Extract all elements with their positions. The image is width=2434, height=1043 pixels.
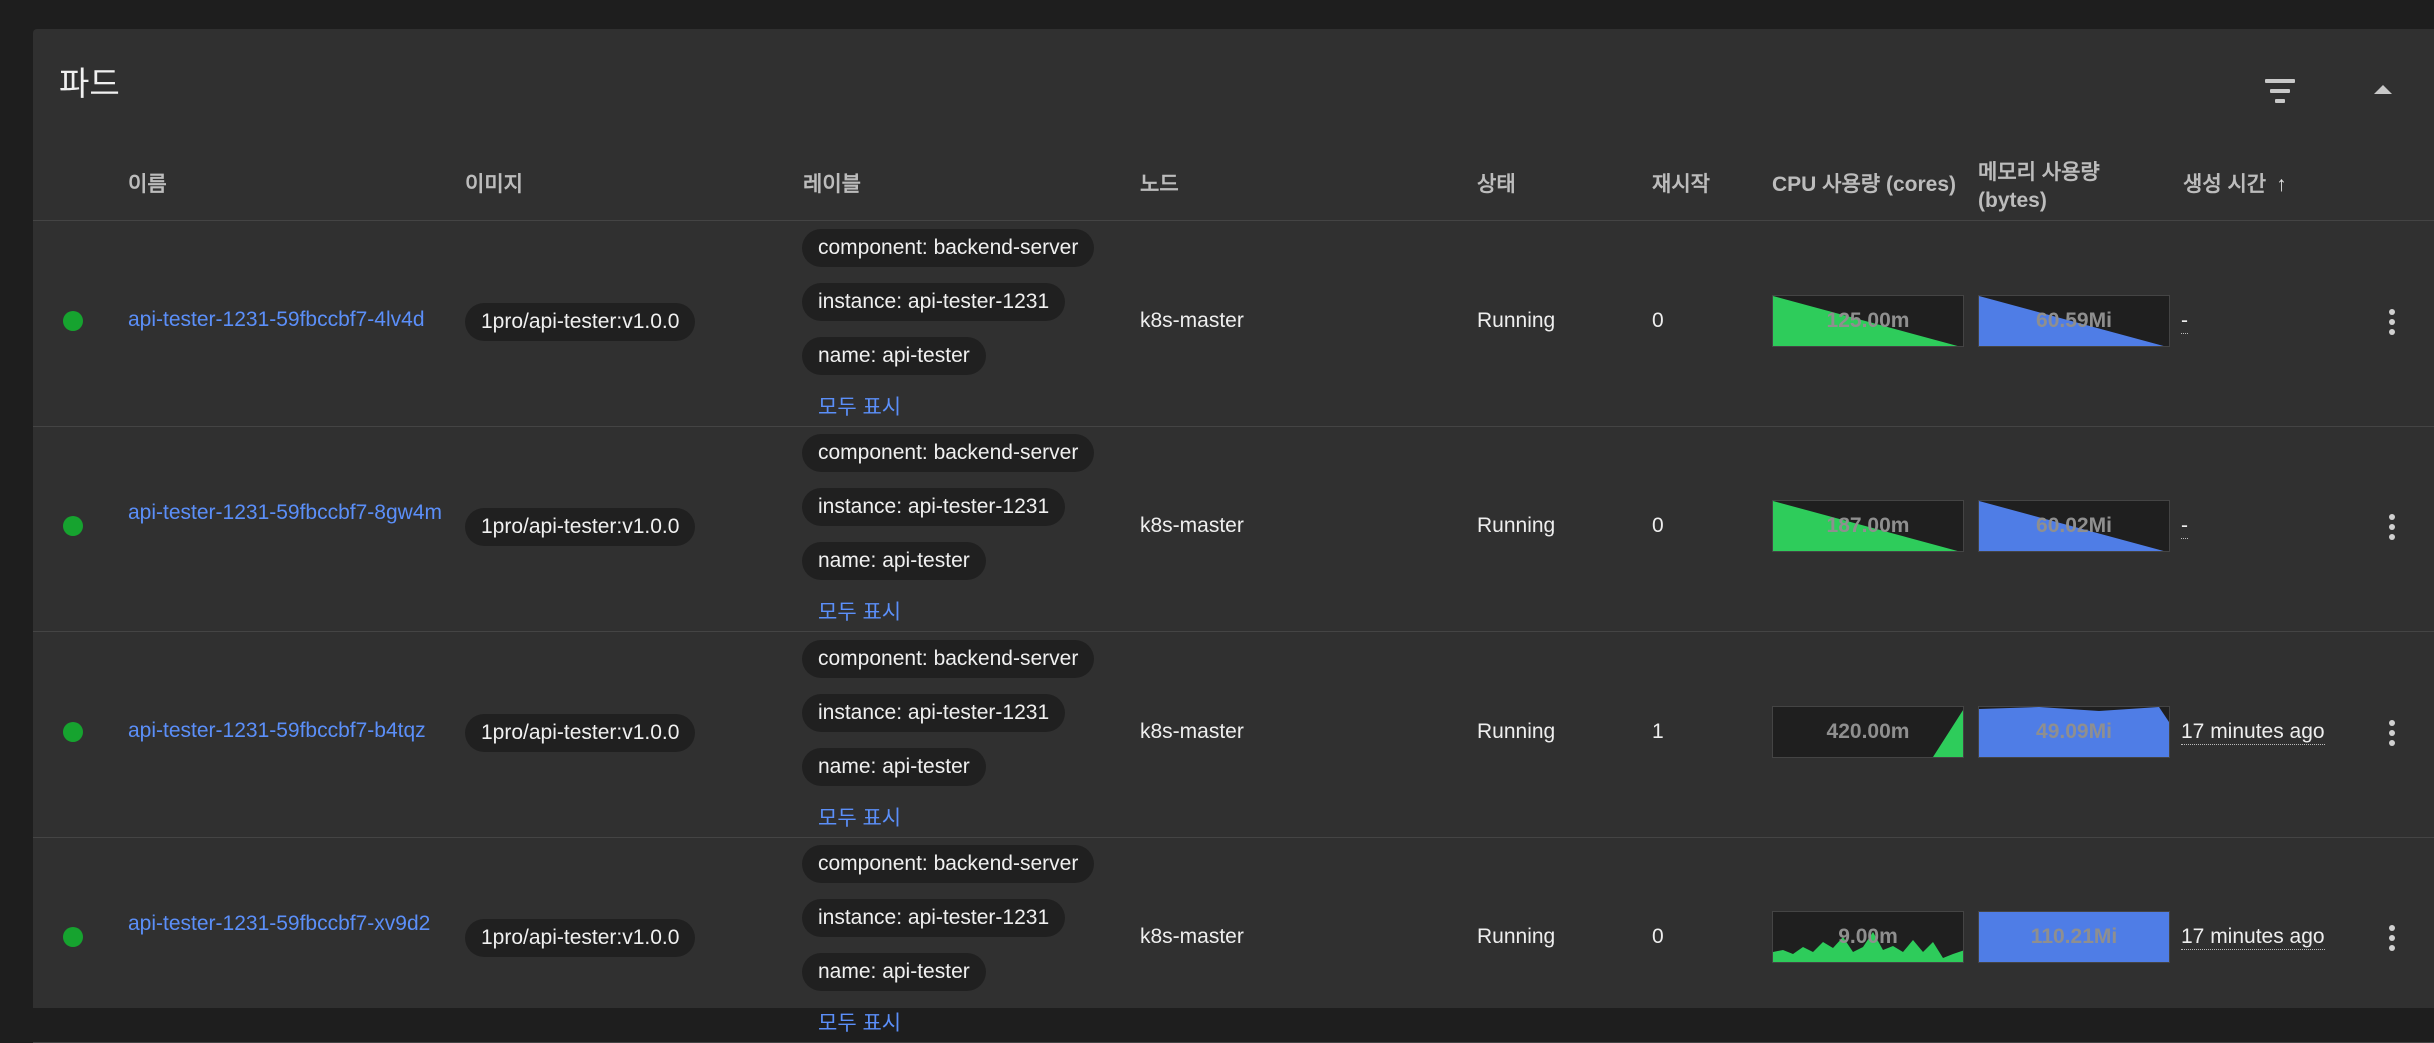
sort-ascending-icon: ↑ <box>2276 173 2287 196</box>
card-title: 파드 <box>59 65 120 102</box>
memory-usage-value: 49.09Mi <box>2036 720 2112 743</box>
pod-name-link[interactable]: api-tester-1231-59fbccbf7-8gw4m <box>128 500 448 526</box>
status-running-icon <box>63 311 83 331</box>
created-time[interactable]: 17 minutes ago <box>2181 720 2325 745</box>
memory-sparkline: 110.21Mi <box>1978 911 2170 963</box>
column-header-created[interactable]: 생성 시간 ↑ <box>2183 171 2287 199</box>
label-chip: component: backend-server <box>802 229 1095 267</box>
column-header-restarts[interactable]: 재시작 <box>1652 171 1710 199</box>
table-row: api-tester-1231-59fbccbf7-8gw4m 1pro/api… <box>33 426 2434 632</box>
memory-sparkline: 60.02Mi <box>1978 500 2170 552</box>
node-name: k8s-master <box>1140 925 1244 948</box>
column-header-labels[interactable]: 레이블 <box>803 171 861 199</box>
more-actions-icon[interactable] <box>2377 913 2407 963</box>
label-chip: instance: api-tester-1231 <box>802 899 1066 937</box>
column-header-name[interactable]: 이름 <box>128 171 167 199</box>
show-all-labels-link[interactable]: 모두 표시 <box>818 802 901 832</box>
table-row: api-tester-1231-59fbccbf7-xv9d2 1pro/api… <box>33 837 2434 1043</box>
column-header-image[interactable]: 이미지 <box>465 171 523 199</box>
status-text: Running <box>1477 925 1556 948</box>
status-running-icon <box>63 722 83 742</box>
memory-usage-value: 60.02Mi <box>2036 514 2112 537</box>
memory-sparkline: 60.59Mi <box>1978 295 2170 347</box>
filter-icon[interactable] <box>2251 71 2309 111</box>
memory-header-line1: 메모리 사용량 <box>1978 161 2100 184</box>
label-chip: instance: api-tester-1231 <box>802 694 1066 732</box>
status-text: Running <box>1477 309 1556 332</box>
table-row: api-tester-1231-59fbccbf7-4lv4d 1pro/api… <box>33 221 2434 427</box>
created-time[interactable]: - <box>2181 309 2188 334</box>
node-name: k8s-master <box>1140 309 1244 332</box>
label-chip: name: api-tester <box>802 953 986 991</box>
pods-card: 파드 이름 이미지 레이블 노드 상태 재시작 CPU 사용량 (cores) … <box>33 29 2434 1043</box>
memory-header-line2: (bytes) <box>1978 189 2047 212</box>
label-chip: component: backend-server <box>802 640 1095 678</box>
image-chip: 1pro/api-tester:v1.0.0 <box>465 303 696 341</box>
column-header-memory: 메모리 사용량 (bytes) <box>1978 159 2100 215</box>
cpu-usage-value: 125.00m <box>1826 309 1910 332</box>
table-header: 이름 이미지 레이블 노드 상태 재시작 CPU 사용량 (cores) 메모리… <box>33 149 2434 221</box>
status-running-icon <box>63 927 83 947</box>
created-time[interactable]: 17 minutes ago <box>2181 925 2325 950</box>
created-time[interactable]: - <box>2181 514 2188 539</box>
label-chip: instance: api-tester-1231 <box>802 283 1066 321</box>
more-actions-icon[interactable] <box>2377 297 2407 347</box>
label-chip: component: backend-server <box>802 434 1095 472</box>
memory-sparkline: 49.09Mi <box>1978 706 2170 758</box>
status-text: Running <box>1477 720 1556 743</box>
show-all-labels-link[interactable]: 모두 표시 <box>818 596 901 626</box>
memory-usage-value: 60.59Mi <box>2036 309 2112 332</box>
collapse-icon[interactable] <box>2363 71 2403 111</box>
pod-name-link[interactable]: api-tester-1231-59fbccbf7-b4tqz <box>128 718 448 744</box>
image-chip: 1pro/api-tester:v1.0.0 <box>465 508 696 546</box>
image-chip: 1pro/api-tester:v1.0.0 <box>465 919 696 957</box>
label-chip: instance: api-tester-1231 <box>802 488 1066 526</box>
more-actions-icon[interactable] <box>2377 708 2407 758</box>
cpu-usage-value: 9.00m <box>1838 925 1898 948</box>
cpu-sparkline: 187.00m <box>1772 500 1964 552</box>
table-row: api-tester-1231-59fbccbf7-b4tqz 1pro/api… <box>33 632 2434 838</box>
pod-name-link[interactable]: api-tester-1231-59fbccbf7-xv9d2 <box>128 911 448 937</box>
cpu-sparkline: 125.00m <box>1772 295 1964 347</box>
show-all-labels-link[interactable]: 모두 표시 <box>818 1007 901 1037</box>
memory-usage-value: 110.21Mi <box>2030 925 2118 948</box>
restart-count: 1 <box>1652 720 1664 743</box>
label-chip: name: api-tester <box>802 542 986 580</box>
cpu-usage-value: 420.00m <box>1826 720 1910 743</box>
restart-count: 0 <box>1652 514 1664 537</box>
cpu-sparkline: 420.00m <box>1772 706 1964 758</box>
status-running-icon <box>63 516 83 536</box>
created-header-label: 생성 시간 <box>2183 173 2267 196</box>
label-chip: name: api-tester <box>802 337 986 375</box>
show-all-labels-link[interactable]: 모두 표시 <box>818 391 901 421</box>
image-chip: 1pro/api-tester:v1.0.0 <box>465 714 696 752</box>
more-actions-icon[interactable] <box>2377 502 2407 552</box>
column-header-status[interactable]: 상태 <box>1477 171 1516 199</box>
column-header-cpu: CPU 사용량 (cores) <box>1772 173 1956 196</box>
restart-count: 0 <box>1652 925 1664 948</box>
cpu-sparkline: 9.00m <box>1772 911 1964 963</box>
node-name: k8s-master <box>1140 514 1244 537</box>
label-chip: component: backend-server <box>802 845 1095 883</box>
node-name: k8s-master <box>1140 720 1244 743</box>
cpu-usage-value: 187.00m <box>1826 514 1910 537</box>
column-header-node[interactable]: 노드 <box>1140 171 1179 199</box>
pod-name-link[interactable]: api-tester-1231-59fbccbf7-4lv4d <box>128 307 448 333</box>
label-chip: name: api-tester <box>802 748 986 786</box>
restart-count: 0 <box>1652 309 1664 332</box>
status-text: Running <box>1477 514 1556 537</box>
